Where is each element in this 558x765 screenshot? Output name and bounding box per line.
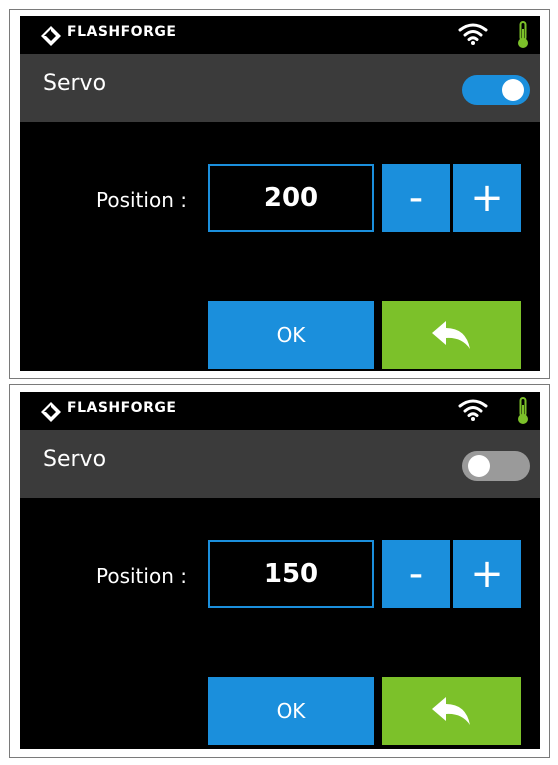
printer-screen: FLASHFORGE Servo Position : 200 - + OK — [20, 16, 540, 371]
servo-toggle[interactable] — [462, 75, 530, 105]
decrease-button[interactable]: - — [382, 540, 450, 608]
ok-button[interactable]: OK — [208, 301, 374, 369]
screenshot-panel-1: FLASHFORGE Servo Position : 200 - + OK — [9, 9, 550, 379]
back-button[interactable] — [382, 677, 521, 745]
ok-button[interactable]: OK — [208, 677, 374, 745]
position-label: Position : — [96, 564, 187, 588]
position-input[interactable]: 200 — [208, 164, 374, 232]
screenshot-panel-2: FLASHFORGE Servo Position : 150 - + OK — [9, 384, 550, 758]
title-bar: Servo — [20, 54, 540, 122]
servo-toggle[interactable] — [462, 451, 530, 481]
printer-screen: FLASHFORGE Servo Position : 150 - + OK — [20, 392, 540, 749]
toggle-knob — [502, 79, 524, 101]
wifi-icon — [458, 23, 488, 45]
flashforge-logo-icon — [41, 402, 61, 422]
page-title: Servo — [43, 447, 107, 472]
position-input[interactable]: 150 — [208, 540, 374, 608]
back-button[interactable] — [382, 301, 521, 369]
back-arrow-icon — [431, 697, 470, 725]
flashforge-logo-icon — [41, 26, 61, 46]
brand-name: FLASHFORGE — [67, 24, 177, 40]
decrease-button[interactable]: - — [382, 164, 450, 232]
wifi-icon — [458, 399, 488, 421]
status-bar: FLASHFORGE — [20, 392, 540, 430]
increase-button[interactable]: + — [453, 164, 521, 232]
position-label: Position : — [96, 188, 187, 212]
title-bar: Servo — [20, 430, 540, 498]
status-bar: FLASHFORGE — [20, 16, 540, 54]
back-arrow-icon — [431, 321, 470, 349]
brand-name: FLASHFORGE — [67, 400, 177, 416]
thermometer-icon — [518, 21, 528, 48]
toggle-knob — [468, 455, 490, 477]
thermometer-icon — [518, 397, 528, 424]
page-title: Servo — [43, 71, 107, 96]
increase-button[interactable]: + — [453, 540, 521, 608]
